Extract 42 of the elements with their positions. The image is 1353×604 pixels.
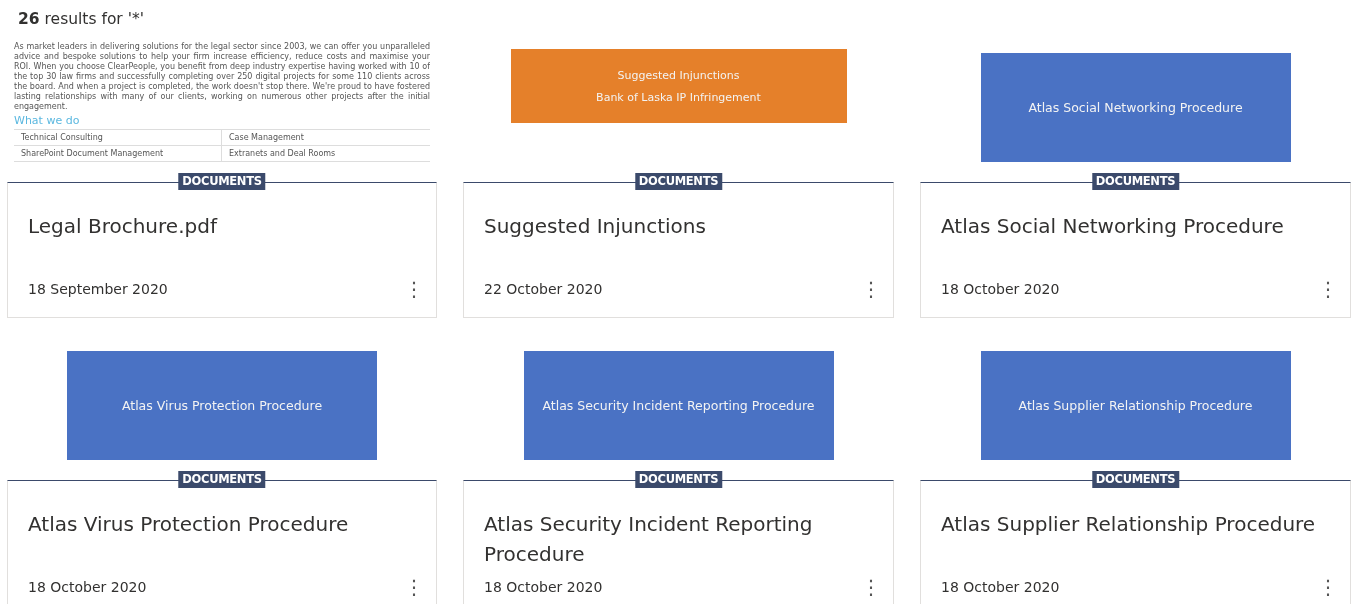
result-title[interactable]: Atlas Supplier Relationship Procedure	[941, 509, 1330, 575]
result-title[interactable]: Atlas Social Networking Procedure	[941, 211, 1330, 277]
result-count: 26	[18, 10, 40, 28]
result-date: 18 September 2020	[28, 281, 168, 297]
category-badge: DOCUMENTS	[178, 471, 266, 488]
result-date: 22 October 2020	[484, 281, 603, 297]
tile-text: Atlas Social Networking Procedure	[1028, 99, 1243, 115]
result-date: 18 October 2020	[941, 579, 1060, 595]
result-title[interactable]: Suggested Injunctions	[484, 211, 873, 277]
thumbnail-tile[interactable]: Atlas Virus Protection Procedure	[67, 350, 377, 460]
table-cell: Case Management	[222, 130, 430, 146]
tile-text: Suggested Injunctions	[617, 68, 740, 82]
tile-text: Atlas Supplier Relationship Procedure	[1018, 397, 1253, 413]
more-options-button[interactable]: ⋮	[1314, 277, 1342, 301]
category-badge: DOCUMENTS	[634, 471, 723, 488]
tile-text: Bank of Laska IP Infringement	[596, 90, 761, 104]
table-cell: SharePoint Document Management	[14, 146, 222, 162]
more-options-button[interactable]: ⋮	[857, 277, 885, 301]
document-heading: What we do	[14, 114, 81, 127]
result-title[interactable]: Legal Brochure.pdf	[28, 211, 416, 277]
tile-text: Atlas Security Incident Reporting Procedure	[542, 397, 815, 413]
thumbnail-tile[interactable]: Atlas Supplier Relationship Procedure	[980, 350, 1291, 460]
result-title[interactable]: Atlas Virus Protection Procedure	[28, 509, 416, 575]
result-date: 18 October 2020	[28, 579, 147, 595]
results-label: results for '*'	[44, 10, 144, 28]
category-badge: DOCUMENTS	[1091, 173, 1180, 190]
thumbnail-tile[interactable]: Atlas Social Networking Procedure	[980, 52, 1291, 162]
more-options-button[interactable]: ⋮	[857, 575, 885, 599]
result-date: 18 October 2020	[941, 281, 1060, 297]
category-badge: DOCUMENTS	[178, 173, 266, 190]
table-cell: Technical Consulting	[14, 130, 222, 146]
result-date: 18 October 2020	[484, 579, 603, 595]
document-paragraph: As market leaders in delivering solutions for the legal sector since 2003, we can offer you unparalleled advice and bespoke solutions to help your firm increase efficiency, reduce costs and maximise your ROI. When you choose ClearPeople, you benefit from deep industry expertise having worked with 10 of the top 30 law firms and successfully completing over 250 digital projects for some 110 clients across the board. And when a project is completed, the work doesn't stop there. We're proud to have fostered lasting relationships with many of our clients, working on numerous other projects after the initial engagement.	[14, 42, 430, 112]
more-options-button[interactable]: ⋮	[400, 277, 428, 301]
table-cell: Extranets and Deal Rooms	[222, 146, 430, 162]
category-badge: DOCUMENTS	[634, 173, 723, 190]
tile-text: Atlas Virus Protection Procedure	[121, 397, 323, 413]
thumbnail-tile[interactable]: Atlas Security Incident Reporting Procedure	[523, 350, 834, 460]
more-options-button[interactable]: ⋮	[400, 575, 428, 599]
category-badge: DOCUMENTS	[1091, 471, 1180, 488]
more-options-button[interactable]: ⋮	[1314, 575, 1342, 599]
result-title[interactable]: Atlas Security Incident Reporting Procedure	[484, 509, 873, 575]
